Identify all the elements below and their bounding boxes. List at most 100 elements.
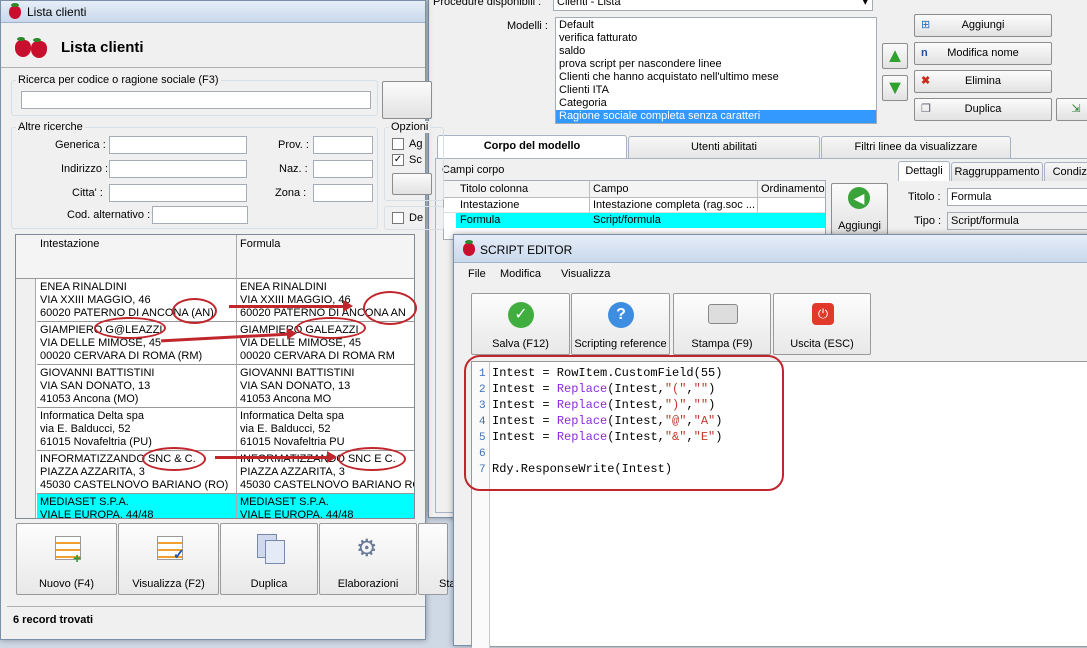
tipo-input[interactable]: Script/formula [947, 212, 1087, 230]
tab-filtri-linee[interactable]: Filtri linee da visualizzare [821, 136, 1011, 158]
cell-intestazione[interactable]: Informatica Delta spa via E. Balducci, 5… [37, 408, 236, 451]
modello-item-selected[interactable]: Ragione sociale completa senza caratteri [556, 110, 876, 123]
script-window-title: SCRIPT EDITOR [480, 243, 573, 257]
modelli-list[interactable]: Default verifica fatturato saldo prova s… [555, 17, 877, 124]
citta-label: Citta' : [72, 187, 103, 199]
option-button[interactable] [392, 173, 432, 195]
tab-utenti-abilitati[interactable]: Utenti abilitati [628, 136, 820, 158]
nuovo-button[interactable]: + Nuovo (F4) [16, 523, 117, 595]
cell-formula[interactable]: GIOVANNI BATTISTINI VIA SAN DONATO, 13 4… [237, 365, 414, 408]
generica-input[interactable] [109, 136, 247, 154]
nuovo-label: Nuovo (F4) [38, 578, 95, 590]
annotation-circle [94, 317, 166, 339]
option-label: Ag [409, 138, 423, 150]
option-checkbox[interactable] [392, 138, 404, 150]
power-icon: ⏻ [812, 303, 834, 325]
scripting-reference-button[interactable]: ? Scripting reference [571, 293, 670, 355]
modifica-nome-button[interactable]: n Modifica nome [914, 42, 1052, 65]
stampa-button[interactable]: Stampa (F9) [673, 293, 771, 355]
delete-icon: ✖ [921, 75, 931, 87]
tab-corpo-modello[interactable]: Corpo del modello [437, 135, 627, 159]
uscita-button[interactable]: ⏻ Uscita (ESC) [773, 293, 871, 355]
search-input[interactable] [21, 91, 371, 109]
col-ordinamento-header[interactable]: Ordinamento [761, 183, 825, 195]
naz-input[interactable] [313, 160, 373, 178]
modello-item[interactable]: verifica fatturato [556, 32, 876, 45]
duplica-label: Duplica [964, 103, 1002, 115]
script-editor-window: SCRIPT EDITOR File Modifica Visualizza ✓… [453, 234, 1087, 648]
col-campo-header[interactable]: Campo [593, 183, 628, 195]
modello-item[interactable]: Clienti ITA [556, 84, 876, 97]
duplica-button[interactable]: Duplica [220, 523, 318, 595]
modello-item[interactable]: Default [556, 19, 876, 32]
duplica-modello-button[interactable]: ❐ Duplica [914, 98, 1052, 121]
arrow-up-icon: ▲ [885, 45, 905, 67]
procedure-select[interactable]: Clienti - Lista ▾ [553, 0, 873, 11]
option-checkbox[interactable] [392, 212, 404, 224]
tipo-label: Tipo : [914, 215, 942, 227]
move-up-button[interactable]: ▲ [882, 43, 908, 69]
plus-icon: + [73, 550, 82, 566]
elimina-button[interactable]: ✖ Elimina [914, 70, 1052, 93]
menu-visualizza[interactable]: Visualizza [561, 268, 610, 280]
indirizzo-input[interactable] [109, 160, 247, 178]
search-side-button[interactable] [382, 81, 432, 119]
gear-icon: ⚙ [356, 535, 378, 562]
subtab-raggruppamento[interactable]: Raggruppamento [951, 162, 1043, 181]
code-editor[interactable]: 1 2 3 4 5 6 7 Intest = RowItem.CustomFie… [464, 355, 1087, 648]
campi-corpo-label: Campi corpo [442, 164, 505, 176]
cell-intestazione[interactable]: GIOVANNI BATTISTINI VIA SAN DONATO, 13 4… [37, 365, 236, 408]
zona-input[interactable] [313, 184, 373, 202]
subtab-condizioni[interactable]: Condizio [1044, 162, 1087, 181]
citta-input[interactable] [109, 184, 247, 202]
lista-clienti-window: Lista clienti Lista clienti Ricerca per … [0, 0, 456, 640]
titolo-input[interactable]: Formula [947, 188, 1087, 206]
stampa-label: Stampa (F9) [691, 338, 753, 350]
cell-formula-selected[interactable]: MEDIASET S.P.A. VIALE EUROPA, 44/48 [237, 494, 414, 518]
menu-bar: File Modifica Visualizza [454, 264, 1087, 284]
cell-formula[interactable]: Informatica Delta spa via E. Balducci, 5… [237, 408, 414, 451]
elaborazioni-button[interactable]: ⚙ Elaborazioni [319, 523, 417, 595]
page-title: Lista clienti [61, 39, 144, 56]
visualizza-label: Visualizza (F2) [132, 578, 205, 590]
prov-input[interactable] [313, 136, 373, 154]
status-text: 6 record trovati [13, 614, 94, 626]
aggiungi-campo-button[interactable]: ◀ Aggiungi [831, 183, 888, 235]
window-title: Lista clienti [27, 5, 87, 19]
copy-icon: ❐ [921, 103, 931, 115]
cell-intestazione-selected[interactable]: MEDIASET S.P.A. VIALE EUROPA, 44/48 [37, 494, 236, 518]
col-titolo-header[interactable]: Titolo colonna [460, 183, 528, 195]
col-intestazione-header[interactable]: Intestazione [40, 238, 99, 250]
naz-label: Naz. : [279, 163, 308, 175]
col-formula-header[interactable]: Formula [240, 238, 280, 250]
cod-alternativo-input[interactable] [152, 206, 248, 224]
elaborazioni-label: Elaborazioni [337, 578, 399, 590]
move-down-button[interactable]: ▼ [882, 75, 908, 101]
aggiungi-modello-button[interactable]: ⊞ Aggiungi [914, 14, 1052, 37]
altre-ricerche-label: Altre ricerche [16, 121, 85, 133]
option-checkbox-checked[interactable]: ✓ [392, 154, 404, 166]
cod-alternativo-label: Cod. alternativo : [67, 209, 151, 221]
subtab-dettagli[interactable]: Dettagli [898, 161, 950, 181]
modello-item[interactable]: prova script per nascondere linee [556, 58, 876, 71]
titolo-value: Formula [951, 191, 992, 203]
menu-file[interactable]: File [468, 268, 486, 280]
menu-modifica[interactable]: Modifica [500, 268, 541, 280]
modello-item[interactable]: Clienti che hanno acquistato nell'ultimo… [556, 71, 876, 84]
stampa-lista-button[interactable]: Sta [418, 523, 456, 595]
salva-button[interactable]: ✓ Salva (F12) [471, 293, 570, 355]
visualizza-button[interactable]: ✓ Visualizza (F2) [118, 523, 219, 595]
annotation-circle [142, 447, 206, 471]
zona-label: Zona : [275, 187, 307, 199]
clienti-grid: Intestazione Formula ENEA RINALDINI VIA … [15, 234, 415, 519]
modello-item[interactable]: saldo [556, 45, 876, 58]
prov-label: Prov. : [278, 139, 309, 151]
vertical-scrollbar[interactable] [414, 235, 415, 519]
modello-item[interactable]: Categoria [556, 97, 876, 110]
subtab-label: Condizio [1052, 166, 1087, 178]
extra-button[interactable]: ⇲ [1056, 98, 1087, 121]
salva-label: Salva (F12) [492, 338, 549, 350]
cell-intestazione[interactable]: INFORMATIZZANDO SNC & C. PIAZZA AZZARITA… [37, 451, 236, 494]
header-divider [1, 67, 425, 68]
indirizzo-label: Indirizzo : [61, 163, 109, 175]
